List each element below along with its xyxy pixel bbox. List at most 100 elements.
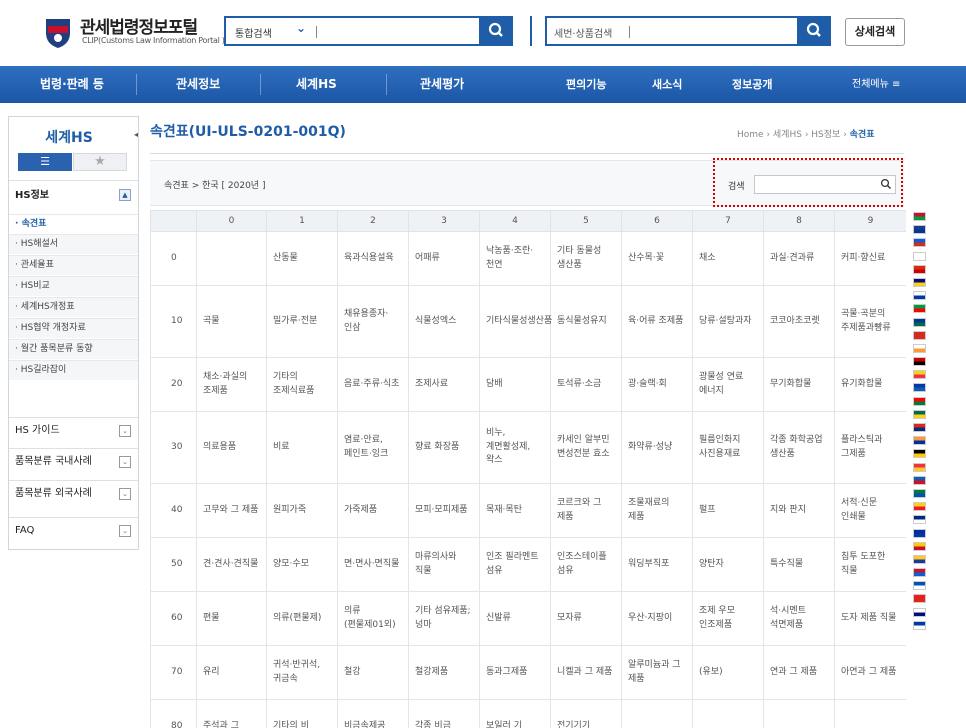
hs-chapter-cell[interactable]: 철강 [337,645,409,700]
hs-chapter-cell[interactable]: 양탄자 [692,537,764,592]
hs-chapter-cell[interactable]: 코코아초코렛 [763,285,835,358]
country-flag-icon[interactable] [913,515,926,525]
hs-chapter-cell[interactable]: 기타 동물성 생산품 [550,231,622,286]
sidebar-section-foreign-cases[interactable]: 품목분류 외국사례 ⌄ [9,480,138,506]
hs-chapter-cell[interactable]: 기타 섬유제품;넝마 [408,591,480,646]
sidebar-item-hs-compare[interactable]: · HS비교 [9,276,138,296]
expand-icon[interactable]: ⌄ [119,456,131,468]
hs-chapter-cell[interactable]: 견·견사·견직물 [196,537,267,592]
country-flag-icon[interactable] [913,436,926,446]
country-flag-icon[interactable] [913,264,926,274]
nav-item-all-menu[interactable]: 전체메뉴 ≡ [852,66,900,103]
hs-chapter-cell[interactable]: 가죽제품 [337,483,409,538]
hs-chapter-cell[interactable]: 곡물·곡분의 주제품과빵류 [834,285,906,358]
hs-chapter-cell[interactable]: 커피·향신료 [834,231,906,286]
hs-chapter-cell[interactable]: 육과식용설육 [337,231,409,286]
hs-chapter-cell[interactable]: 카세인 알부민 변성전분 효소 [550,411,622,484]
country-flag-icon[interactable] [913,502,926,512]
hs-chapter-cell[interactable]: 알루미늄과 그 제품 [621,645,693,700]
search-button[interactable] [479,16,513,46]
expand-icon[interactable]: ⌄ [119,488,131,500]
hs-chapter-cell[interactable]: 필름인화지 사진용재료 [692,411,764,484]
hs-chapter-cell[interactable]: 인조 필라멘트 섬유 [479,537,551,592]
country-flag-icon[interactable] [913,291,926,301]
hs-chapter-cell[interactable]: 모피·모피제품 [408,483,480,538]
breadcrumb-hs-info[interactable]: HS정보 [811,130,840,140]
hs-chapter-cell[interactable]: 편물 [196,591,267,646]
favorites-tab[interactable]: ★ [73,153,127,171]
hs-chapter-cell[interactable]: 니켈과 그 제품 [550,645,622,700]
country-flag-icon[interactable] [913,251,926,261]
sidebar-item-hs-explanatory[interactable]: · HS해설서 [9,234,138,254]
hs-chapter-cell[interactable]: 면·면사·면직물 [337,537,409,592]
nav-item-laws[interactable]: 법령·판례 등 [40,66,104,103]
country-flag-icon[interactable] [913,475,926,485]
hs-chapter-cell[interactable]: 연과 그 제품 [763,645,835,700]
hs-chapter-cell[interactable]: 신발류 [479,591,551,646]
hs-chapter-cell[interactable]: 담배 [479,357,551,412]
country-flag-icon[interactable] [913,541,926,551]
hs-chapter-cell[interactable]: 어패류 [408,231,480,286]
country-flag-icon[interactable] [913,357,926,367]
hs-chapter-cell[interactable]: 비누, 계면활성제, 왁스 [479,411,551,484]
hs-search-input[interactable]: 세번·상품검색 [554,25,612,40]
country-flag-icon[interactable] [913,528,926,538]
hs-chapter-cell[interactable]: 서적·신문 인쇄물 [834,483,906,538]
country-flag-icon[interactable] [913,304,926,314]
hs-chapter-cell[interactable]: 유기화합물 [834,357,906,412]
expand-icon[interactable]: ⌄ [119,425,131,437]
nav-item-convenience[interactable]: 편의기능 [566,66,606,103]
search-icon[interactable] [880,178,892,190]
hs-chapter-cell[interactable]: 광물성 연료 에너지 [692,357,764,412]
hs-chapter-cell[interactable]: 산동물 [266,231,338,286]
hs-chapter-cell[interactable]: 아연과 그 제품 [834,645,906,700]
search-type-select[interactable]: 통합검색 [235,25,272,40]
hs-search-button[interactable] [797,16,831,46]
hs-chapter-cell[interactable]: 광·슬랙·회 [621,357,693,412]
sidebar-item-tariff-schedule[interactable]: · 관세율표 [9,255,138,275]
hs-chapter-cell[interactable]: 전기기기 [550,699,622,728]
hs-chapter-cell[interactable]: 의류(편물제01외) [337,591,409,646]
hs-chapter-cell[interactable]: 음료·주류·식초 [337,357,409,412]
table-search-input[interactable] [754,175,896,194]
hs-chapter-cell[interactable]: 각종 화학공업 생산품 [763,411,835,484]
hs-chapter-cell[interactable]: 인조스테이플 섬유 [550,537,622,592]
hs-chapter-cell[interactable]: 특수직물 [763,537,835,592]
sidebar-section-hs-info[interactable]: HS정보 ▲ [9,180,138,210]
sidebar-item-hs-guide[interactable]: · HS길라잡이 [9,360,138,380]
country-flag-icon[interactable] [913,396,926,406]
expand-icon[interactable]: ⌄ [119,525,131,537]
sidebar-section-hs-guide[interactable]: HS 가이드 ⌄ [9,417,138,443]
hs-chapter-cell[interactable]: 기타의 비 [266,699,338,728]
hs-chapter-cell[interactable]: 화약류·성냥 [621,411,693,484]
nav-item-news[interactable]: 새소식 [652,66,682,103]
hs-chapter-cell[interactable]: 목재·목탄 [479,483,551,538]
hs-chapter-cell[interactable]: 마류의사와 직물 [408,537,480,592]
sidebar-collapse-handle[interactable]: ◂ [134,130,144,146]
chevron-down-icon[interactable]: ⌄ [296,21,306,35]
country-flag-icon[interactable] [913,317,926,327]
sidebar-item-hs-convention[interactable]: · HS협약 개정자료 [9,318,138,338]
hs-chapter-cell[interactable]: 조제사료 [408,357,480,412]
country-flag-icon[interactable] [913,423,926,432]
breadcrumb-home[interactable]: Home [737,130,764,140]
hs-chapter-cell[interactable]: 각종 비금 [408,699,480,728]
hs-chapter-cell[interactable]: 밀가루·전분 [266,285,338,358]
country-flag-icon[interactable] [913,554,926,564]
country-flag-icon[interactable] [913,409,926,419]
hs-code-search-box[interactable]: 세번·상품검색 [545,16,831,46]
hs-chapter-cell[interactable]: (유보) [692,645,764,700]
integrated-search-box[interactable]: 통합검색 ⌄ [224,16,513,46]
nav-item-disclosure[interactable]: 정보공개 [732,66,772,103]
hs-chapter-cell[interactable]: 육·어류 조제품 [621,285,693,358]
hs-chapter-cell[interactable]: 기타의 조제식료품 [266,357,338,412]
country-flag-icon[interactable] [913,449,926,459]
country-flag-icon[interactable] [913,370,926,380]
collapse-icon[interactable]: ▲ [119,189,131,201]
sidebar-item-quick-table[interactable]: · 속견표 [9,214,138,234]
customs-emblem-logo[interactable] [44,17,72,49]
hs-chapter-cell[interactable]: 산수목·꽃 [621,231,693,286]
hs-chapter-cell[interactable]: 원피가죽 [266,483,338,538]
country-flag-icon[interactable] [913,488,926,498]
country-flag-icon[interactable] [913,330,926,340]
